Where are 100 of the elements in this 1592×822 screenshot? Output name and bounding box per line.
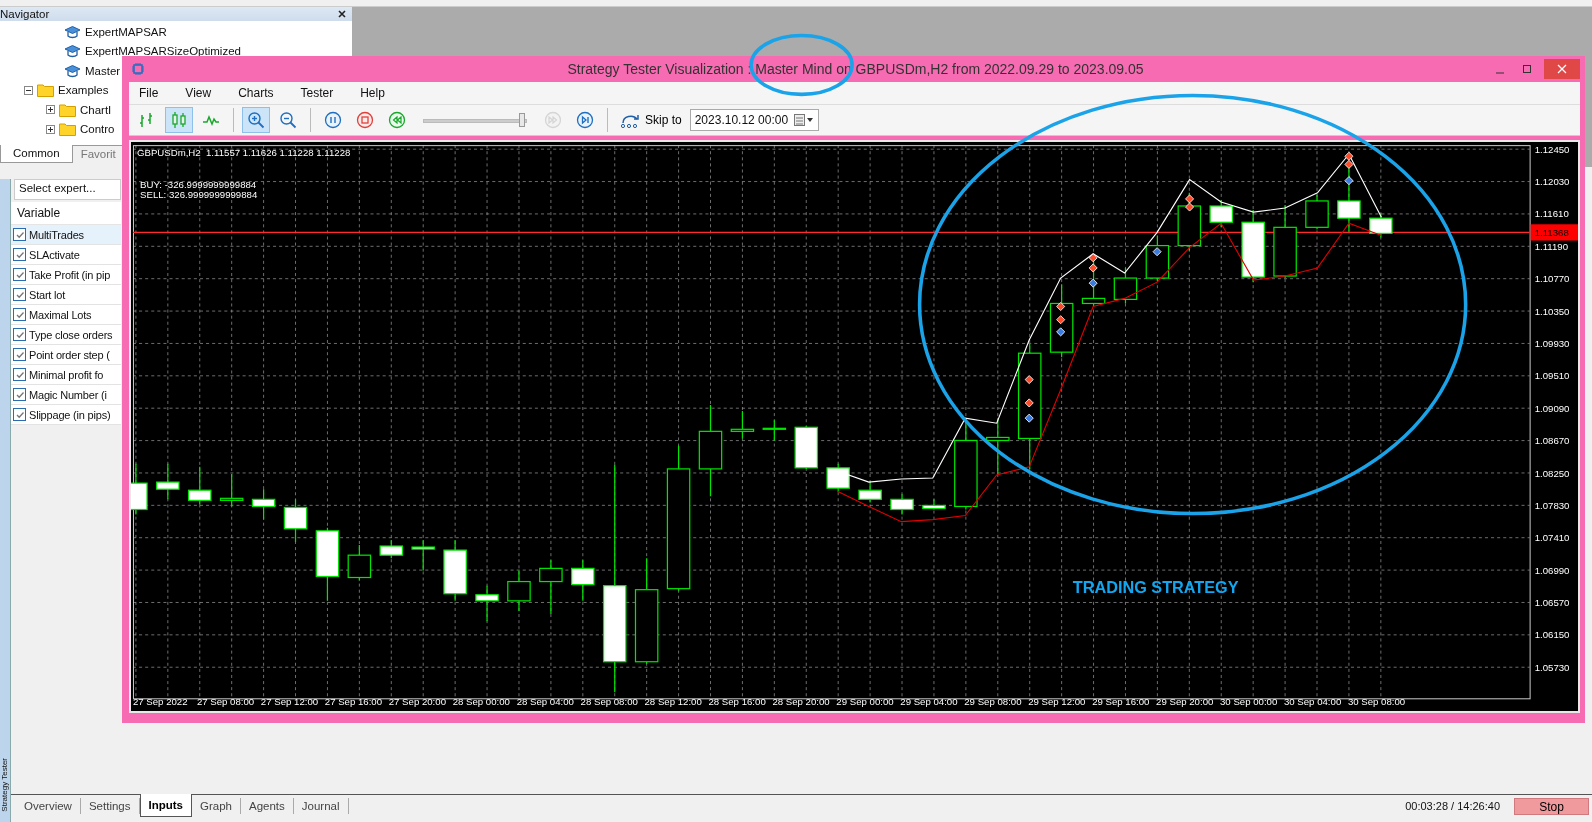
trade-marker: [1344, 151, 1354, 161]
chart-note: SELL: 326.9999999999884: [140, 188, 258, 200]
menu-item[interactable]: File: [129, 86, 168, 100]
input-name: Point order step (: [29, 348, 110, 361]
tree-item[interactable]: ExpertMAPSAR: [85, 25, 167, 38]
trade-marker: [1088, 253, 1098, 263]
input-row[interactable]: MultiTrades: [11, 225, 121, 245]
checkbox[interactable]: [13, 248, 26, 261]
candle: [131, 463, 148, 516]
checkbox[interactable]: [13, 288, 26, 301]
tree-item[interactable]: Examples: [58, 84, 109, 97]
speed-slider[interactable]: [423, 110, 527, 130]
tester-tab[interactable]: Graph: [192, 798, 241, 814]
tree-item[interactable]: ExpertMAPSARSizeOptimized: [85, 45, 241, 58]
fast-forward-icon: [544, 111, 562, 129]
side-tab[interactable]: Strategy Tester: [0, 179, 11, 822]
expand-icon[interactable]: [46, 105, 55, 115]
tree-item[interactable]: Master: [85, 64, 121, 77]
input-row[interactable]: Start lot: [11, 285, 121, 305]
menu-item[interactable]: Tester: [290, 86, 343, 100]
candle: [1145, 234, 1170, 282]
tester-tab[interactable]: Agents: [240, 798, 294, 814]
checkbox[interactable]: [13, 368, 26, 381]
minimize-icon: [1494, 72, 1505, 74]
candle: [826, 463, 850, 492]
zoom-in-button[interactable]: [242, 107, 270, 133]
price-label: 1.06990: [1534, 564, 1570, 576]
candle: [507, 569, 531, 612]
time-label: 28 Sep 16:00: [708, 696, 766, 708]
navigator-tab[interactable]: Common: [0, 145, 73, 163]
input-row[interactable]: Magic Number (i: [11, 385, 121, 405]
chart-note: BUY: -326.9999999999884: [140, 178, 257, 190]
input-row[interactable]: Take Profit (in pip: [11, 265, 121, 285]
candlestick-icon: [170, 111, 188, 129]
close-icon[interactable]: [338, 10, 346, 18]
time-label: 30 Sep 08:00: [1347, 696, 1406, 708]
graduation-cap-icon: [64, 24, 81, 39]
input-row[interactable]: Maximal Lots: [11, 305, 121, 325]
checkbox[interactable]: [13, 228, 26, 241]
slider-thumb[interactable]: [519, 113, 525, 127]
collapse-icon[interactable]: [24, 85, 33, 95]
candle: [571, 559, 595, 602]
trade-marker: [1024, 413, 1034, 423]
input-row[interactable]: Type close orders: [11, 325, 121, 345]
checkbox[interactable]: [13, 408, 26, 421]
candle: [188, 466, 212, 506]
menu-item[interactable]: Charts: [228, 86, 283, 100]
time-label: 27 Sep 12:00: [260, 696, 319, 708]
time-label: 27 Sep 16:00: [324, 696, 383, 708]
checkbox[interactable]: [13, 268, 26, 281]
input-row[interactable]: Slippage (in pips): [11, 405, 121, 425]
panel-title: Navigator: [0, 8, 50, 20]
candle: [922, 498, 946, 511]
skip-to-button[interactable]: Skip to: [616, 111, 686, 129]
checkbox[interactable]: [13, 348, 26, 361]
input-row[interactable]: Point order step (: [11, 345, 121, 365]
checkbox[interactable]: [13, 328, 26, 341]
input-row[interactable]: SLActivate: [11, 245, 121, 265]
menu-item[interactable]: View: [175, 86, 221, 100]
tree-item[interactable]: Contro: [80, 123, 115, 136]
navigator-tab[interactable]: Favorit: [72, 146, 118, 163]
candle: [347, 544, 372, 582]
tester-tab[interactable]: Inputs: [139, 794, 192, 817]
checkbox[interactable]: [13, 308, 26, 321]
tester-tab[interactable]: Overview: [16, 798, 81, 814]
stop-button[interactable]: Stop: [1514, 797, 1589, 815]
time-label: 29 Sep 04:00: [900, 696, 958, 708]
price-label: 1.12450: [1534, 143, 1570, 155]
close-button[interactable]: [1544, 59, 1580, 79]
trade-marker: [1056, 302, 1066, 311]
candle: [890, 493, 914, 516]
input-row[interactable]: Minimal profit fo: [11, 365, 121, 385]
price-label: 1.11610: [1534, 208, 1569, 220]
tree-item[interactable]: ChartI: [80, 103, 112, 116]
candle: [1305, 194, 1329, 230]
menu-item[interactable]: Help: [350, 86, 394, 100]
time-label: 28 Sep 04:00: [516, 696, 574, 708]
rewind-icon: [388, 111, 406, 129]
candle: [730, 410, 755, 440]
tester-tab[interactable]: Journal: [293, 798, 349, 814]
checkbox[interactable]: [13, 388, 26, 401]
tester-tab[interactable]: Settings: [80, 798, 140, 814]
input-name: Take Profit (in pip: [29, 268, 111, 281]
column-header: Variable: [11, 202, 121, 225]
zoom-out-icon: [279, 111, 297, 129]
expert-select[interactable]: Select expert...: [14, 179, 121, 200]
time-label: 29 Sep 08:00: [964, 696, 1022, 708]
candle: [858, 480, 882, 503]
zoom-in-icon: [247, 111, 265, 129]
candle: [411, 539, 435, 571]
candle: [794, 425, 819, 470]
time-label: 27 Sep 08:00: [196, 696, 255, 708]
candle: [1369, 212, 1393, 239]
candle: [1177, 192, 1202, 252]
candle: [443, 539, 467, 602]
date-field[interactable]: 2023.10.12 00:00: [689, 109, 820, 131]
input-name: Maximal Lots: [29, 308, 92, 321]
chart-info: GBPUSDm,H2 1.11557 1.11626 1.11228 1.11228: [137, 147, 351, 159]
time-label: 29 Sep 12:00: [1028, 696, 1086, 708]
expand-icon[interactable]: [46, 124, 55, 134]
